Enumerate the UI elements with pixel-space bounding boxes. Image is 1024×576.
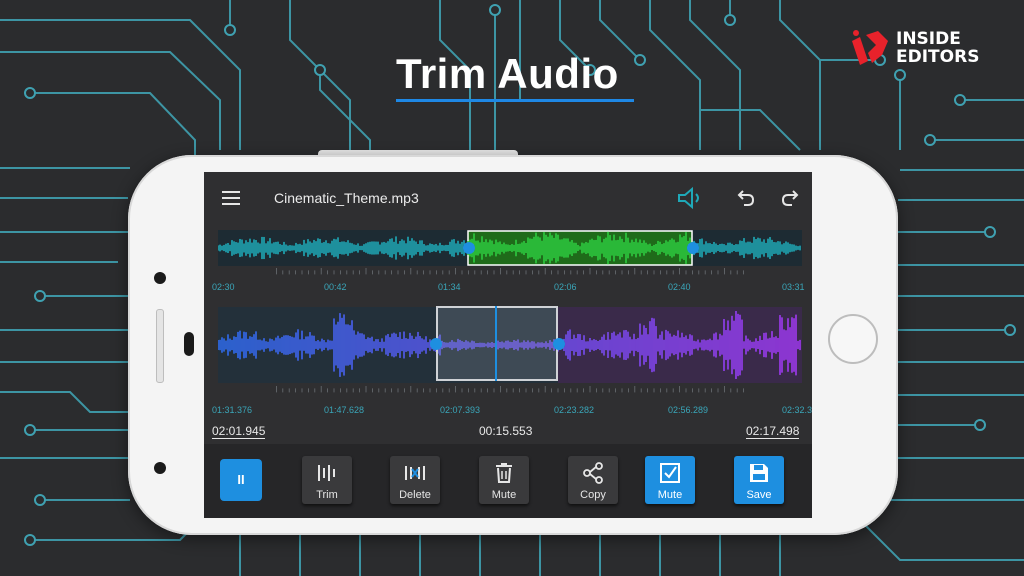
page-title: Trim Audio xyxy=(396,50,619,97)
trash-icon xyxy=(496,463,512,483)
selection-start-handle[interactable] xyxy=(430,338,442,350)
mute-active-label: Mute xyxy=(657,489,683,501)
delete-label: Delete xyxy=(399,489,431,501)
overview-start-handle[interactable] xyxy=(463,242,475,254)
detail-tick: 01:31.376 xyxy=(212,405,253,415)
pause-icon: II xyxy=(237,472,245,487)
detail-tick: 02:23.282 xyxy=(554,405,595,415)
trim-button[interactable]: Trim xyxy=(302,456,352,504)
trim-label: Trim xyxy=(316,489,338,501)
mute-active-button[interactable]: Mute xyxy=(645,456,695,504)
checkbox-icon xyxy=(660,463,680,483)
delete-button[interactable]: Delete xyxy=(390,456,440,504)
phone-sensor-dot xyxy=(154,462,166,474)
detail-tick: 01:47.628 xyxy=(324,405,365,415)
phone-camera xyxy=(154,272,166,284)
bottom-toolbar: II Trim Delete Mute Copy Mute Save xyxy=(204,444,812,518)
brand-mark-icon xyxy=(852,30,888,65)
app-screen: Cinematic_Theme.mp3 02:30 00:42 01:34 02… xyxy=(204,172,812,518)
phone-speaker xyxy=(156,309,164,383)
mute-button[interactable]: Mute xyxy=(479,456,529,504)
detail-tick: 02:56.289 xyxy=(668,405,709,415)
pause-button[interactable]: II xyxy=(220,459,262,501)
brand-logo: INSIDE EDITORS xyxy=(848,27,988,71)
delete-icon xyxy=(405,466,425,480)
detail-tick: 02:07.393 xyxy=(440,405,481,415)
selection-end-handle[interactable] xyxy=(553,338,565,350)
mute-label: Mute xyxy=(491,489,517,501)
phone-home-button[interactable] xyxy=(828,314,878,364)
share-icon xyxy=(583,462,603,484)
end-time[interactable]: 02:17.498 xyxy=(746,424,800,439)
title-underline xyxy=(396,99,634,102)
floppy-disk-icon xyxy=(750,464,768,482)
copy-label: Copy xyxy=(580,489,606,501)
trim-icon xyxy=(318,465,335,481)
phone-proximity-sensor xyxy=(184,332,194,356)
brand-line-1: INSIDE xyxy=(896,29,961,49)
duration-time: 00:15.553 xyxy=(479,424,533,438)
overview-end-handle[interactable] xyxy=(687,242,699,254)
copy-button[interactable]: Copy xyxy=(568,456,618,504)
brand-line-2: EDITORS xyxy=(896,47,980,67)
detail-tick: 02:32.3 xyxy=(782,405,812,415)
save-button[interactable]: Save xyxy=(734,456,784,504)
save-label: Save xyxy=(746,489,772,501)
start-time[interactable]: 02:01.945 xyxy=(212,424,266,439)
detail-ruler xyxy=(276,386,744,393)
